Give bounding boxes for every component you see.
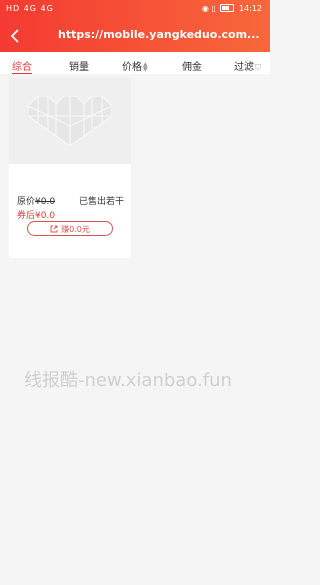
watermark-text: 线报酷-new.xianbao.fun xyxy=(24,370,232,391)
chevron-left-icon xyxy=(10,29,19,43)
tab-sales[interactable]: 销量 xyxy=(69,58,89,73)
tab-label: 佣金 xyxy=(182,62,202,73)
earn-button-label: 赚0.0元 xyxy=(61,225,90,234)
product-image-placeholder xyxy=(9,78,131,164)
top-header: HD 4G 4G ◉ ▯ 14:12 https://mobile.yangke… xyxy=(0,0,270,52)
original-price-value: ¥0.0 xyxy=(35,197,56,207)
tab-label: 过滤 xyxy=(234,62,254,73)
status-right: ◉ ▯ 14:12 xyxy=(202,4,262,13)
after-coupon-price: 券后¥0.0 xyxy=(17,208,55,221)
status-bar: HD 4G 4G ◉ ▯ 14:12 xyxy=(0,0,270,20)
sold-count: 已售出若干 xyxy=(78,197,124,207)
product-card[interactable]: 原价¥0.0 已售出若干 券后¥0.0 赚0.0元 xyxy=(9,78,131,258)
earn-button[interactable]: 赚0.0元 xyxy=(27,221,113,236)
image-placeholder-icon xyxy=(28,96,112,146)
after-coupon-label: 券后 xyxy=(17,211,36,221)
active-tab-indicator xyxy=(12,73,32,74)
filter-icon: ⛉ xyxy=(255,63,261,72)
share-icon xyxy=(50,225,58,233)
vibrate-icon: ▯ xyxy=(211,4,216,13)
tab-label: 价格 xyxy=(122,62,142,73)
tab-comprehensive[interactable]: 综合 xyxy=(12,58,32,73)
sort-tabs: 综合 销量 价格▲ ▼ 佣金 过滤⛉ xyxy=(0,52,270,74)
page-url: https://mobile.yangkeduo.com... xyxy=(58,28,260,41)
status-signal-text: HD 4G 4G xyxy=(6,4,54,13)
back-button[interactable] xyxy=(8,26,24,46)
battery-icon xyxy=(220,4,235,12)
sort-arrows-icon: ▲ ▼ xyxy=(143,61,148,73)
after-coupon-value: ¥0.0 xyxy=(35,211,56,221)
tab-filter[interactable]: 过滤⛉ xyxy=(234,58,261,73)
tab-commission[interactable]: 佣金 xyxy=(182,58,202,73)
original-price-label: 原价 xyxy=(17,197,36,207)
original-price: 原价¥0.0 xyxy=(17,194,55,207)
eye-icon: ◉ xyxy=(201,4,209,13)
tab-label: 综合 xyxy=(12,62,32,73)
tab-label: 销量 xyxy=(69,62,89,73)
status-time: 14:12 xyxy=(238,4,262,13)
tab-price[interactable]: 价格▲ ▼ xyxy=(122,58,148,74)
